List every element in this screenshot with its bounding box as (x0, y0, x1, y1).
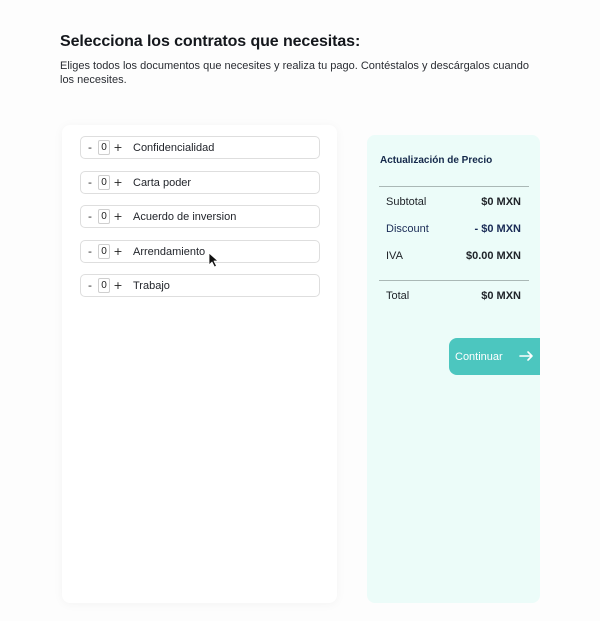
decrease-button[interactable]: - (85, 210, 95, 223)
arrow-right-icon (519, 351, 533, 361)
contract-row-acuerdo-de-inversion: - 0 + Acuerdo de inversion (80, 205, 320, 228)
quantity-input[interactable]: 0 (98, 278, 110, 293)
contract-row-trabajo: - 0 + Trabajo (80, 274, 320, 297)
decrease-button[interactable]: - (85, 176, 95, 189)
total-value: $0 MXN (481, 290, 521, 302)
total-row: Total $0 MXN (386, 290, 521, 302)
decrease-button[interactable]: - (85, 279, 95, 292)
iva-value: $0.00 MXN (465, 250, 521, 262)
subtotal-label: Subtotal (386, 196, 427, 208)
increase-button[interactable]: + (113, 279, 123, 292)
decrease-button[interactable]: - (85, 245, 95, 258)
quantity-input[interactable]: 0 (98, 244, 110, 259)
increase-button[interactable]: + (113, 245, 123, 258)
total-label: Total (386, 290, 410, 302)
page-title: Selecciona los contratos que necesitas: (60, 33, 361, 50)
quantity-input[interactable]: 0 (98, 175, 110, 190)
continue-button-label: Continuar (455, 350, 503, 363)
increase-button[interactable]: + (113, 210, 123, 223)
contract-label: Carta poder (133, 176, 192, 189)
subtotal-value: $0 MXN (481, 196, 521, 208)
divider (379, 280, 529, 281)
quantity-input[interactable]: 0 (98, 140, 110, 155)
iva-row: IVA $0.00 MXN (386, 250, 521, 262)
subtotal-row: Subtotal $0 MXN (386, 196, 521, 208)
continue-button[interactable]: Continuar (449, 338, 540, 375)
contract-row-carta-poder: - 0 + Carta poder (80, 171, 320, 194)
decrease-button[interactable]: - (85, 141, 95, 154)
contract-label: Acuerdo de inversion (133, 210, 237, 223)
mouse-cursor-icon (208, 252, 219, 268)
discount-label: Discount (386, 223, 429, 235)
contract-row-confidencialidad: - 0 + Confidencialidad (80, 136, 320, 159)
contracts-panel: - 0 + Confidencialidad - 0 + Carta poder… (62, 125, 337, 603)
contract-label: Trabajo (133, 279, 170, 292)
page-subtitle: Eliges todos los documentos que necesite… (60, 60, 530, 86)
contract-label: Confidencialidad (133, 141, 215, 154)
page-header: Selecciona los contratos que necesitas: … (60, 33, 540, 87)
quantity-input[interactable]: 0 (98, 209, 110, 224)
contract-label: Arrendamiento (133, 245, 206, 258)
discount-row: Discount - $0 MXN (386, 223, 521, 235)
discount-value: - $0 MXN (474, 223, 521, 235)
increase-button[interactable]: + (113, 141, 123, 154)
contract-row-arrendamiento: - 0 + Arrendamiento (80, 240, 320, 263)
divider (379, 186, 529, 187)
iva-label: IVA (386, 250, 403, 262)
increase-button[interactable]: + (113, 176, 123, 189)
price-summary-title: Actualización de Precio (380, 155, 493, 166)
